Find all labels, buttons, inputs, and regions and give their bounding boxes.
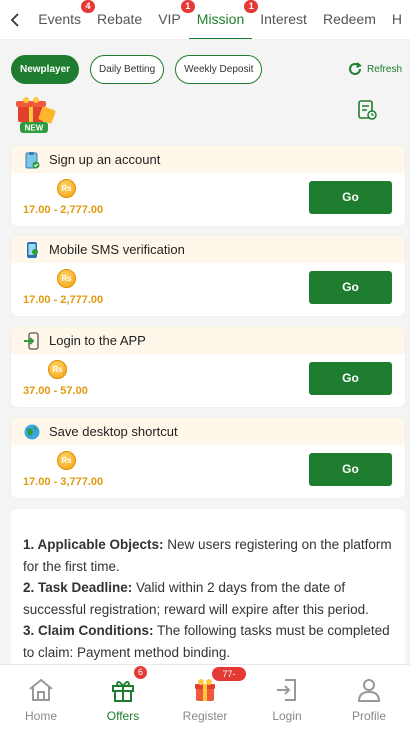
go-button[interactable]: Go — [309, 453, 392, 486]
task-reward: 17.00 - 2,777.00 — [23, 204, 104, 216]
task-title: Save desktop shortcut — [49, 424, 178, 439]
tab-label: Mission — [196, 10, 245, 27]
tab-label: H — [391, 10, 402, 27]
go-button[interactable]: Go — [309, 362, 392, 395]
task-header: Save desktop shortcut — [11, 418, 405, 445]
task-reward: 17.00 - 2,777.00 — [23, 294, 104, 306]
rule-heading: 3. Claim Conditions: — [23, 623, 154, 638]
rupee-coin-icon: Rs — [57, 451, 76, 470]
refresh-icon — [349, 62, 362, 75]
rupee-coin-icon: Rs — [57, 179, 76, 198]
task-title: Login to the APP — [49, 333, 146, 348]
task-card-login-app: Login to the APP Rs 37.00 - 57.00 Go — [11, 327, 405, 407]
task-card-desktop-shortcut: Save desktop shortcut Rs 17.00 - 3,777.0… — [11, 418, 405, 498]
tab-label: Interest — [260, 10, 307, 27]
profile-icon — [357, 679, 381, 702]
rule-heading: 1. Applicable Objects: — [23, 537, 164, 552]
task-title: Mobile SMS verification — [49, 242, 185, 257]
tab-label: VIP — [158, 10, 181, 27]
globe-icon — [24, 424, 40, 439]
nav-label: Register — [182, 709, 228, 723]
tab-events[interactable]: Events 4 — [30, 0, 96, 39]
task-header: Mobile SMS verification — [11, 236, 405, 263]
nav-label: Profile — [351, 709, 386, 723]
rule-item: 3. Claim Conditions: The following tasks… — [23, 620, 393, 663]
nav-label: Offers — [106, 709, 140, 723]
go-button[interactable]: Go — [309, 271, 392, 304]
task-header: Sign up an account — [11, 146, 405, 173]
mission-rules: 1. Applicable Objects: New users registe… — [11, 509, 405, 669]
nav-label: Login — [272, 709, 302, 723]
rupee-coin-icon: Rs — [48, 360, 67, 379]
rule-heading: 2. Task Deadline: — [23, 580, 133, 595]
tab-vip[interactable]: VIP 1 — [150, 0, 195, 39]
nav-profile[interactable]: Profile — [328, 665, 410, 733]
mission-filter-row: Newplayer Daily Betting Weekly Deposit R… — [11, 54, 402, 84]
tab-label: Events — [38, 10, 82, 27]
bottom-nav: Home 6 Offers 77-1777 Register Login Pro… — [0, 664, 410, 733]
tab-interest[interactable]: Interest — [252, 0, 315, 39]
nav-register[interactable]: 77-1777 Register — [164, 665, 246, 733]
home-icon — [29, 678, 53, 701]
back-button[interactable] — [0, 0, 30, 39]
go-button[interactable]: Go — [309, 181, 392, 214]
task-title: Sign up an account — [49, 152, 161, 167]
rule-item: 1. Applicable Objects: New users registe… — [23, 534, 393, 577]
register-badge: 77-1777 — [212, 667, 246, 693]
new-gift-icon: NEW — [16, 97, 56, 133]
mobile-phone-icon — [27, 241, 38, 258]
refresh-button[interactable]: Refresh — [347, 61, 402, 77]
filter-weekly-deposit[interactable]: Weekly Deposit — [175, 54, 263, 84]
task-header: Login to the APP — [11, 327, 405, 354]
records-icon[interactable] — [357, 100, 377, 120]
nav-offers[interactable]: 6 Offers — [82, 665, 164, 733]
tab-more[interactable]: H — [384, 0, 410, 39]
new-badge-text: NEW — [25, 124, 44, 133]
tab-rebate[interactable]: Rebate — [89, 0, 150, 39]
app-login-icon — [24, 331, 39, 350]
chevron-left-icon — [10, 12, 19, 27]
rule-item: 2. Task Deadline: Valid within 2 days fr… — [23, 577, 393, 620]
tab-label: Redeem — [322, 10, 376, 27]
mission-screen: Events 4 Rebate VIP 1 Mission 1 Interest Re… — [0, 0, 410, 733]
login-icon — [277, 679, 296, 701]
tab-mission[interactable]: Mission 1 — [188, 0, 259, 39]
task-reward: 37.00 - 57.00 — [23, 385, 88, 397]
nav-label: Home — [24, 709, 57, 723]
task-card-sms-verification: Mobile SMS verification Rs 17.00 - 2,777… — [11, 236, 405, 316]
top-tab-bar: Events 4 Rebate VIP 1 Mission 1 Interest Re… — [0, 0, 410, 40]
nav-login[interactable]: Login — [246, 665, 328, 733]
nav-home[interactable]: Home — [0, 665, 82, 733]
rupee-coin-icon: Rs — [57, 269, 76, 288]
task-reward: 17.00 - 3,777.00 — [23, 476, 104, 488]
tab-label: Rebate — [97, 10, 143, 27]
offers-badge: 6 — [134, 666, 148, 679]
filter-newplayer[interactable]: Newplayer — [11, 54, 80, 84]
filter-daily-betting[interactable]: Daily Betting — [90, 54, 165, 84]
refresh-label: Refresh — [366, 63, 402, 75]
tab-redeem[interactable]: Redeem — [315, 0, 384, 39]
gift-icon — [112, 681, 134, 702]
task-card-sign-up: Sign up an account Rs 17.00 - 2,777.00 G… — [11, 146, 405, 226]
clipboard-check-icon — [25, 151, 40, 168]
